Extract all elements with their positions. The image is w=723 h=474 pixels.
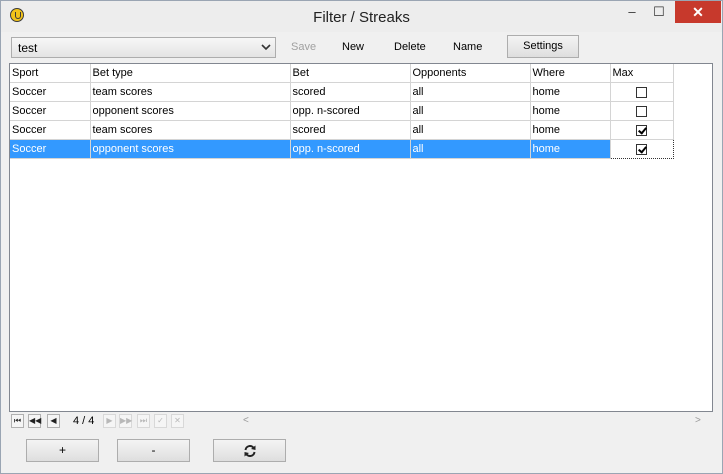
cell-where[interactable]: home xyxy=(530,139,611,159)
scroll-right-icon[interactable]: > xyxy=(695,415,701,426)
table-row[interactable]: Soccer team scores scored all home xyxy=(10,82,674,102)
title-bar[interactable]: Filter / Streaks ‒ ☐ ✕ xyxy=(1,1,722,32)
refresh-button[interactable] xyxy=(213,439,286,462)
save-button[interactable]: Save xyxy=(291,41,316,53)
cell-bet[interactable]: scored xyxy=(290,120,411,140)
cell-opponents[interactable]: all xyxy=(410,82,531,102)
table-row[interactable]: Soccer opponent scores opp. n-scored all… xyxy=(10,101,674,121)
cell-where[interactable]: home xyxy=(530,120,611,140)
cell-bet[interactable]: scored xyxy=(290,82,411,102)
minimize-button[interactable]: ‒ xyxy=(619,1,645,23)
cell-max[interactable] xyxy=(609,139,674,159)
cell-where[interactable]: home xyxy=(530,101,611,121)
col-header-where[interactable]: Where xyxy=(530,64,611,83)
cell-max[interactable] xyxy=(610,120,674,140)
maximize-button[interactable]: ☐ xyxy=(646,1,672,23)
filter-select-value: test xyxy=(18,41,38,55)
name-button[interactable]: Name xyxy=(453,41,482,53)
settings-button[interactable]: Settings xyxy=(507,35,579,58)
toolbar: test Save New Delete Name Settings xyxy=(1,32,722,62)
cell-bet-type[interactable]: opponent scores xyxy=(90,139,291,159)
cell-sport[interactable]: Soccer xyxy=(10,120,91,140)
record-navigator: ⏮ ◀◀ ◀ 4 / 4 ▶ ▶▶ ⏭ ✓ ✕ < > xyxy=(11,414,711,430)
col-header-bet-type[interactable]: Bet type xyxy=(90,64,291,83)
first-record-icon[interactable]: ⏮ xyxy=(11,414,24,428)
col-header-max[interactable]: Max xyxy=(610,64,674,83)
max-checkbox[interactable] xyxy=(636,105,647,117)
cell-opponents[interactable]: all xyxy=(410,139,531,159)
cell-max[interactable] xyxy=(610,101,674,121)
chevron-down-icon xyxy=(261,44,271,51)
table-header: Sport Bet type Bet Opponents Where Max xyxy=(10,64,674,83)
prev-page-icon[interactable]: ◀◀ xyxy=(28,414,41,428)
cell-sport[interactable]: Soccer xyxy=(10,139,91,159)
delete-button[interactable]: Delete xyxy=(394,41,426,53)
col-header-bet[interactable]: Bet xyxy=(290,64,411,83)
refresh-icon xyxy=(244,444,255,457)
col-header-sport[interactable]: Sport xyxy=(10,64,91,83)
cell-bet[interactable]: opp. n-scored xyxy=(290,139,411,159)
max-checkbox[interactable] xyxy=(636,124,647,136)
cancel-edit-icon[interactable]: ✕ xyxy=(171,414,184,428)
prev-record-icon[interactable]: ◀ xyxy=(47,414,60,428)
cell-where[interactable]: home xyxy=(530,82,611,102)
table-row-selected[interactable]: Soccer opponent scores opp. n-scored all… xyxy=(10,139,674,159)
cell-bet[interactable]: opp. n-scored xyxy=(290,101,411,121)
col-header-opponents[interactable]: Opponents xyxy=(410,64,531,83)
table-row[interactable]: Soccer team scores scored all home xyxy=(10,120,674,140)
cell-sport[interactable]: Soccer xyxy=(10,82,91,102)
post-edit-icon[interactable]: ✓ xyxy=(154,414,167,428)
last-record-icon[interactable]: ⏭ xyxy=(137,414,150,428)
max-checkbox[interactable] xyxy=(636,86,647,98)
streaks-table: Sport Bet type Bet Opponents Where Max S… xyxy=(10,64,674,159)
window-title: Filter / Streaks xyxy=(313,9,410,26)
cell-bet-type[interactable]: team scores xyxy=(90,82,291,102)
cell-bet-type[interactable]: opponent scores xyxy=(90,101,291,121)
cell-opponents[interactable]: all xyxy=(410,120,531,140)
remove-button[interactable]: - xyxy=(117,439,190,462)
cell-opponents[interactable]: all xyxy=(410,101,531,121)
record-position: 4 / 4 xyxy=(73,415,95,427)
cell-bet-type[interactable]: team scores xyxy=(90,120,291,140)
scroll-left-icon[interactable]: < xyxy=(243,415,249,426)
next-page-icon[interactable]: ▶▶ xyxy=(119,414,132,428)
cell-max[interactable] xyxy=(610,82,674,102)
filter-select[interactable]: test xyxy=(11,37,276,58)
cell-sport[interactable]: Soccer xyxy=(10,101,91,121)
next-record-icon[interactable]: ▶ xyxy=(103,414,116,428)
new-button[interactable]: New xyxy=(342,41,364,53)
streaks-grid[interactable]: Sport Bet type Bet Opponents Where Max S… xyxy=(9,63,713,412)
filter-streaks-window: Filter / Streaks ‒ ☐ ✕ test Save New Del… xyxy=(0,0,723,474)
max-checkbox[interactable] xyxy=(636,143,647,155)
add-button[interactable]: + xyxy=(26,439,99,462)
close-button[interactable]: ✕ xyxy=(675,1,721,23)
